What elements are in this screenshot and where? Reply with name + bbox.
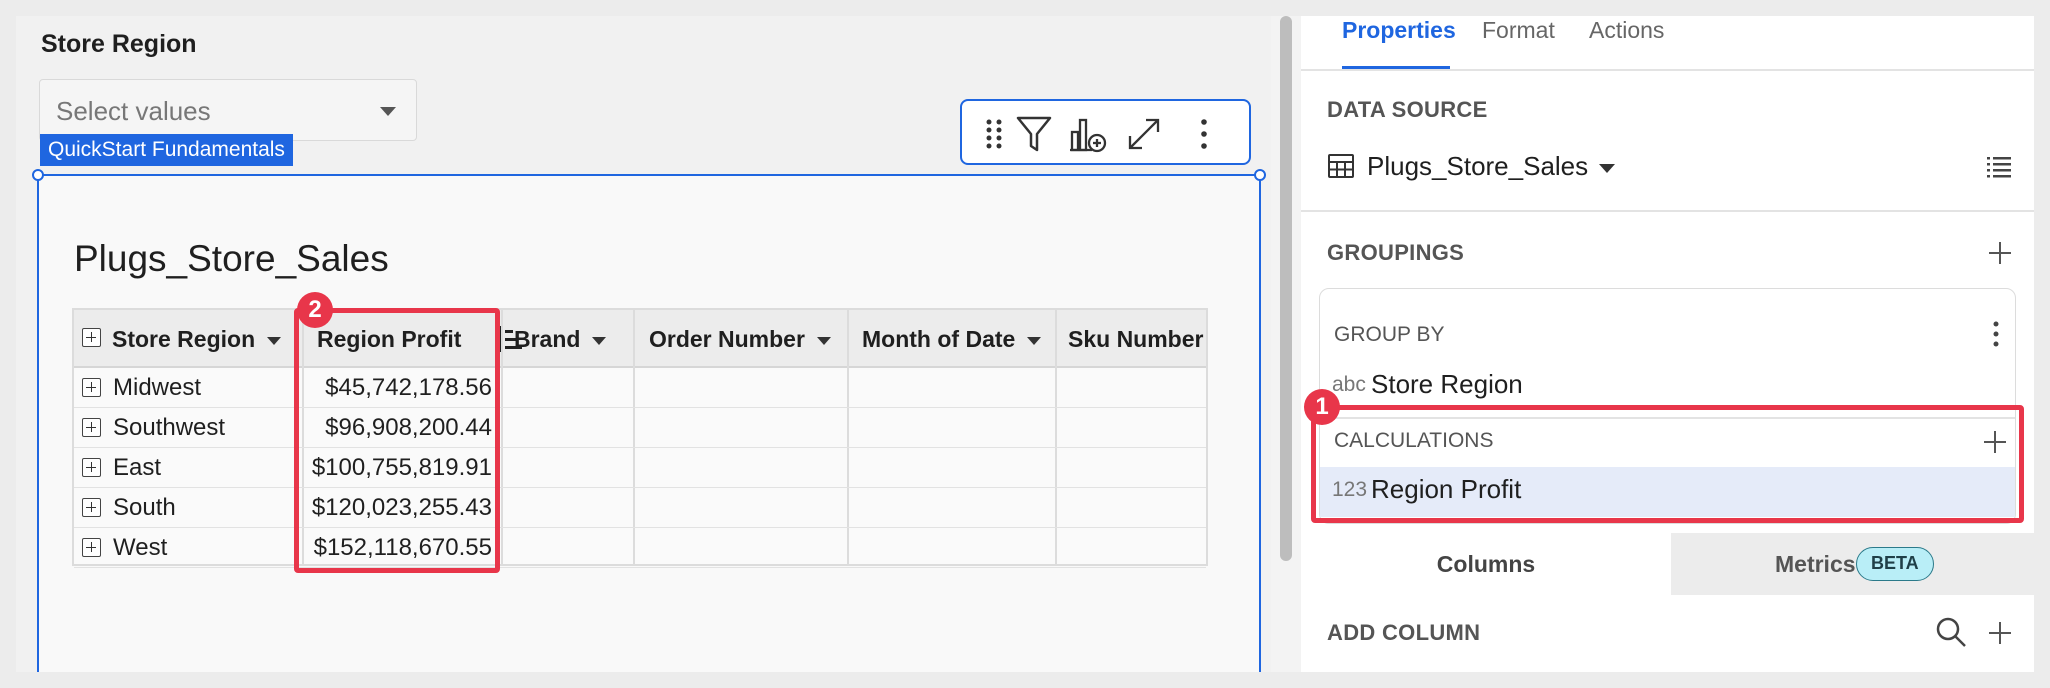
table-row[interactable]: East $100,755,819.91: [74, 448, 1206, 488]
row-region: Southwest: [113, 414, 226, 441]
more-vertical-icon[interactable]: [1986, 319, 2006, 349]
chevron-down-icon[interactable]: [1027, 336, 1042, 345]
row-region: West: [113, 534, 168, 561]
groupings-heading: GROUPINGS: [1327, 240, 1465, 265]
column-header-sku-number[interactable]: Sku Number: [1068, 310, 1203, 368]
more-vertical-icon[interactable]: [1184, 114, 1224, 154]
list-view-icon[interactable]: [1985, 152, 2013, 180]
resize-handle[interactable]: [32, 169, 44, 181]
expand-row-icon[interactable]: [82, 458, 101, 477]
column-header-store-region[interactable]: Store Region: [112, 310, 282, 368]
expand-row-icon[interactable]: [82, 538, 101, 557]
column-header-brand[interactable]: Brand: [514, 310, 607, 368]
annotation-badge-2: 2: [297, 292, 333, 328]
chevron-down-icon[interactable]: [267, 336, 282, 345]
tab-format[interactable]: Format: [1482, 16, 1555, 44]
scrollbar-thumb[interactable]: [1280, 16, 1292, 561]
tab-columns[interactable]: Columns: [1301, 533, 1671, 595]
chevron-down-icon[interactable]: [816, 336, 831, 345]
column-header-order-number[interactable]: Order Number: [649, 310, 831, 368]
tab-metrics[interactable]: Metrics BETA: [1671, 533, 2034, 595]
metrics-tab-label: Metrics: [1775, 551, 1856, 577]
table-icon: [1328, 154, 1354, 178]
drag-handle-icon[interactable]: [974, 114, 1014, 154]
filter-placeholder: Select values: [56, 96, 211, 126]
data-grid: Store Region Region Profit Brand Order N…: [72, 308, 1208, 568]
workbook-canvas: Store Region Select values QuickStart Fu…: [16, 16, 1271, 672]
add-column-icon[interactable]: [1989, 622, 2011, 644]
row-region: Midwest: [113, 374, 202, 401]
table-title[interactable]: Plugs_Store_Sales: [74, 238, 389, 280]
column-header-month-of-date[interactable]: Month of Date: [862, 310, 1042, 368]
table-row[interactable]: Midwest $45,742,178.56: [74, 368, 1206, 408]
properties-panel: Properties Format Actions DATA SOURCE Pl…: [1301, 16, 2034, 672]
expand-all-icon[interactable]: [82, 328, 101, 347]
group-by-label: GROUP BY: [1334, 323, 1445, 346]
chevron-down-icon: [380, 107, 396, 116]
expand-icon[interactable]: [1124, 114, 1164, 154]
filter-title: Store Region: [41, 30, 197, 58]
resize-handle[interactable]: [1254, 169, 1266, 181]
add-column-heading: ADD COLUMN: [1327, 620, 1481, 645]
annotation-badge-1: 1: [1304, 389, 1340, 425]
table-row[interactable]: South $120,023,255.43: [74, 488, 1206, 528]
tab-actions[interactable]: Actions: [1589, 16, 1664, 44]
row-region: East: [113, 454, 162, 481]
table-row[interactable]: Southwest $96,908,200.44: [74, 408, 1206, 448]
expand-row-icon[interactable]: [82, 418, 101, 437]
divider: [1301, 210, 2034, 212]
canvas-scrollbar[interactable]: [1271, 16, 1301, 672]
table-element[interactable]: Plugs_Store_Sales Store Region Region Pr…: [32, 169, 1266, 672]
search-icon[interactable]: [1935, 616, 1967, 648]
row-region: South: [113, 494, 176, 521]
highlight-box-calculations: [1311, 405, 2024, 523]
expand-row-icon[interactable]: [82, 498, 101, 517]
add-grouping-icon[interactable]: [1989, 242, 2011, 264]
add-chart-icon[interactable]: [1068, 114, 1108, 154]
grid-header: Store Region Region Profit Brand Order N…: [74, 310, 1206, 368]
expand-row-icon[interactable]: [82, 378, 101, 397]
store-region-filter-select[interactable]: Select values: [39, 79, 417, 141]
chevron-down-icon[interactable]: [1599, 164, 1615, 173]
filter-icon[interactable]: [1014, 114, 1054, 154]
chevron-down-icon[interactable]: [592, 336, 607, 345]
highlight-box-region-profit-column: [294, 308, 500, 573]
data-source-selector[interactable]: Plugs_Store_Sales: [1367, 151, 1588, 182]
tab-properties[interactable]: Properties: [1342, 16, 1456, 44]
divider: [1301, 69, 2034, 71]
source-tag[interactable]: QuickStart Fundamentals: [40, 134, 293, 166]
element-toolbar: [960, 99, 1251, 165]
group-field-store-region[interactable]: Store Region: [1371, 369, 1523, 400]
text-type-indicator: abc: [1332, 373, 1366, 396]
data-source-heading: DATA SOURCE: [1327, 97, 1488, 122]
beta-badge: BETA: [1856, 547, 1934, 581]
table-row[interactable]: West $152,118,670.55: [74, 528, 1206, 568]
